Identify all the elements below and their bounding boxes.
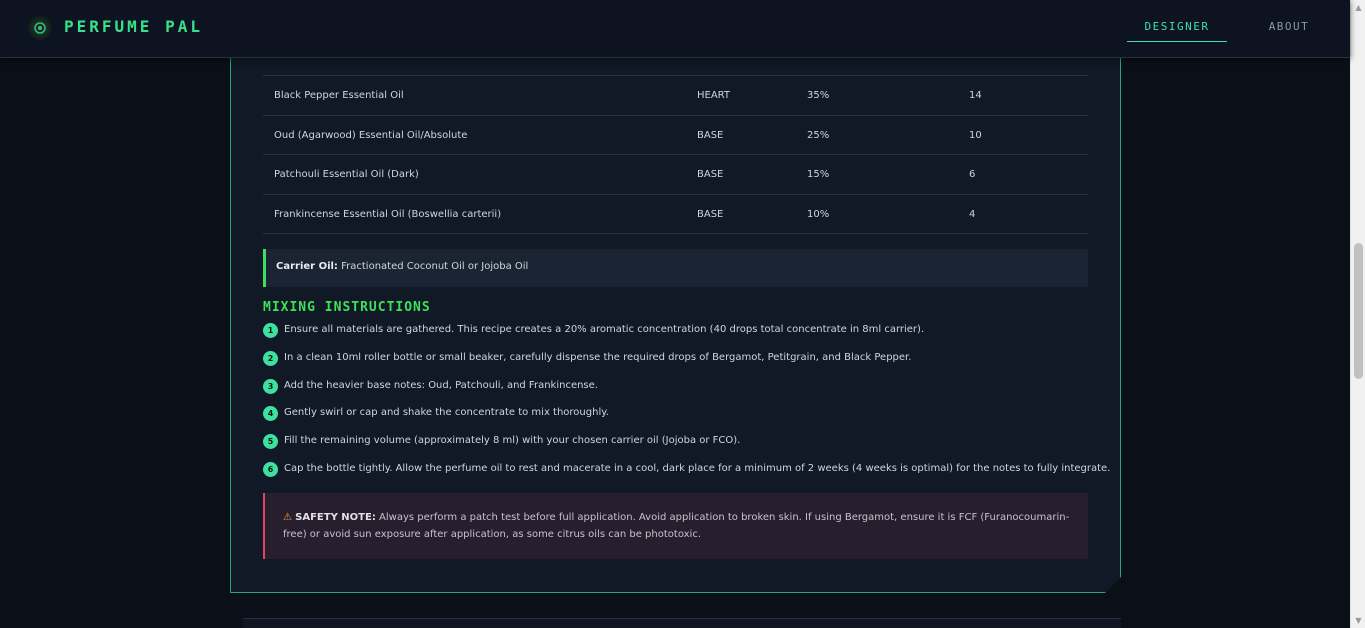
step-text: Add the heavier base notes: Oud, Patchou… [284,379,598,391]
next-card-edge [243,618,1121,628]
list-item: 4 Gently swirl or cap and shake the conc… [263,405,1088,433]
step-number-badge: 6 [263,461,278,477]
step-text: Fill the remaining volume (approximately… [284,435,741,447]
step-number-badge: 5 [263,434,278,450]
list-item: 2 In a clean 10ml roller bottle or small… [263,350,1088,378]
table-row: Patchouli Essential Oil (Dark) BASE 15% … [263,155,1088,195]
ingredient-name: Black Pepper Essential Oil [274,90,404,101]
table-row: Oud (Agarwood) Essential Oil/Absolute BA… [263,116,1088,155]
step-number-badge: 1 [263,323,278,338]
ingredient-drops: 14 [969,90,982,101]
ingredient-drops: 4 [969,208,976,220]
step-number-badge: 2 [263,350,278,366]
safety-label: SAFETY NOTE: [295,512,376,523]
step-number-badge: 4 [263,406,278,422]
logo-icon [28,16,52,40]
ingredient-note: BASE [697,129,724,141]
brand-title[interactable]: PERFUME PAL [64,17,203,36]
mixing-steps-list: 1 Ensure all materials are gathered. Thi… [263,322,1110,489]
perfume-drop-icon [34,22,46,34]
ingredient-percent: 35% [807,90,830,101]
scrollbar-thumb[interactable] [1354,243,1363,379]
ingredient-name: Frankincense Essential Oil (Boswellia ca… [274,208,502,220]
step-text: Ensure all materials are gathered. This … [284,324,925,335]
ingredient-note: HEART [697,90,731,101]
ingredient-name: Patchouli Essential Oil (Dark) [274,169,419,180]
carrier-oil-note: Carrier Oil: Fractionated Coconut Oil or… [263,249,1088,287]
ingredient-percent: 15% [807,169,830,180]
list-item: 1 Ensure all materials are gathered. Thi… [263,322,1088,350]
ingredient-percent: 25% [807,129,830,141]
safety-text: Always perform a patch test before full … [283,512,1070,540]
list-item: 6 Cap the bottle tightly. Allow the perf… [263,461,1110,489]
ingredient-note: BASE [697,208,724,220]
safety-note: ⚠ SAFETY NOTE: Always perform a patch te… [263,493,1088,559]
step-text: Gently swirl or cap and shake the concen… [284,407,609,419]
nav-tab-about[interactable]: ABOUT [1253,20,1325,42]
scroll-up-arrow-icon[interactable]: ▲ [1351,0,1365,15]
carrier-value: Fractionated Coconut Oil or Jojoba Oil [341,261,529,272]
table-row: Frankincense Essential Oil (Boswellia ca… [263,195,1088,234]
ingredient-drops: 10 [969,129,982,141]
list-item: 5 Fill the remaining volume (approximate… [263,433,1088,461]
scroll-down-arrow-icon[interactable]: ▼ [1351,613,1365,628]
page-scrollbar[interactable]: ▲ ▼ [1350,0,1365,628]
step-number-badge: 3 [263,378,278,394]
list-item: 3 Add the heavier base notes: Oud, Patch… [263,378,1088,406]
ingredient-percent: 10% [807,208,830,220]
ingredient-drops: 6 [969,169,976,180]
nav-tab-designer[interactable]: DESIGNER [1127,20,1227,42]
ingredient-name: Oud (Agarwood) Essential Oil/Absolute [274,129,468,141]
ingredient-note: BASE [697,169,724,180]
step-text: Cap the bottle tightly. Allow the perfum… [284,462,1111,474]
warning-icon: ⚠ [283,512,292,523]
carrier-label: Carrier Oil: [276,261,338,272]
mixing-instructions-title: MIXING INSTRUCTIONS [263,300,431,315]
card-corner-cut [1105,577,1121,593]
top-navbar: PERFUME PAL DESIGNER ABOUT [0,0,1350,58]
table-row: Black Pepper Essential Oil HEART 35% 14 [263,76,1088,116]
ingredient-table: Black Pepper Essential Oil HEART 35% 14 … [263,75,1088,234]
step-text: In a clean 10ml roller bottle or small b… [284,351,912,363]
